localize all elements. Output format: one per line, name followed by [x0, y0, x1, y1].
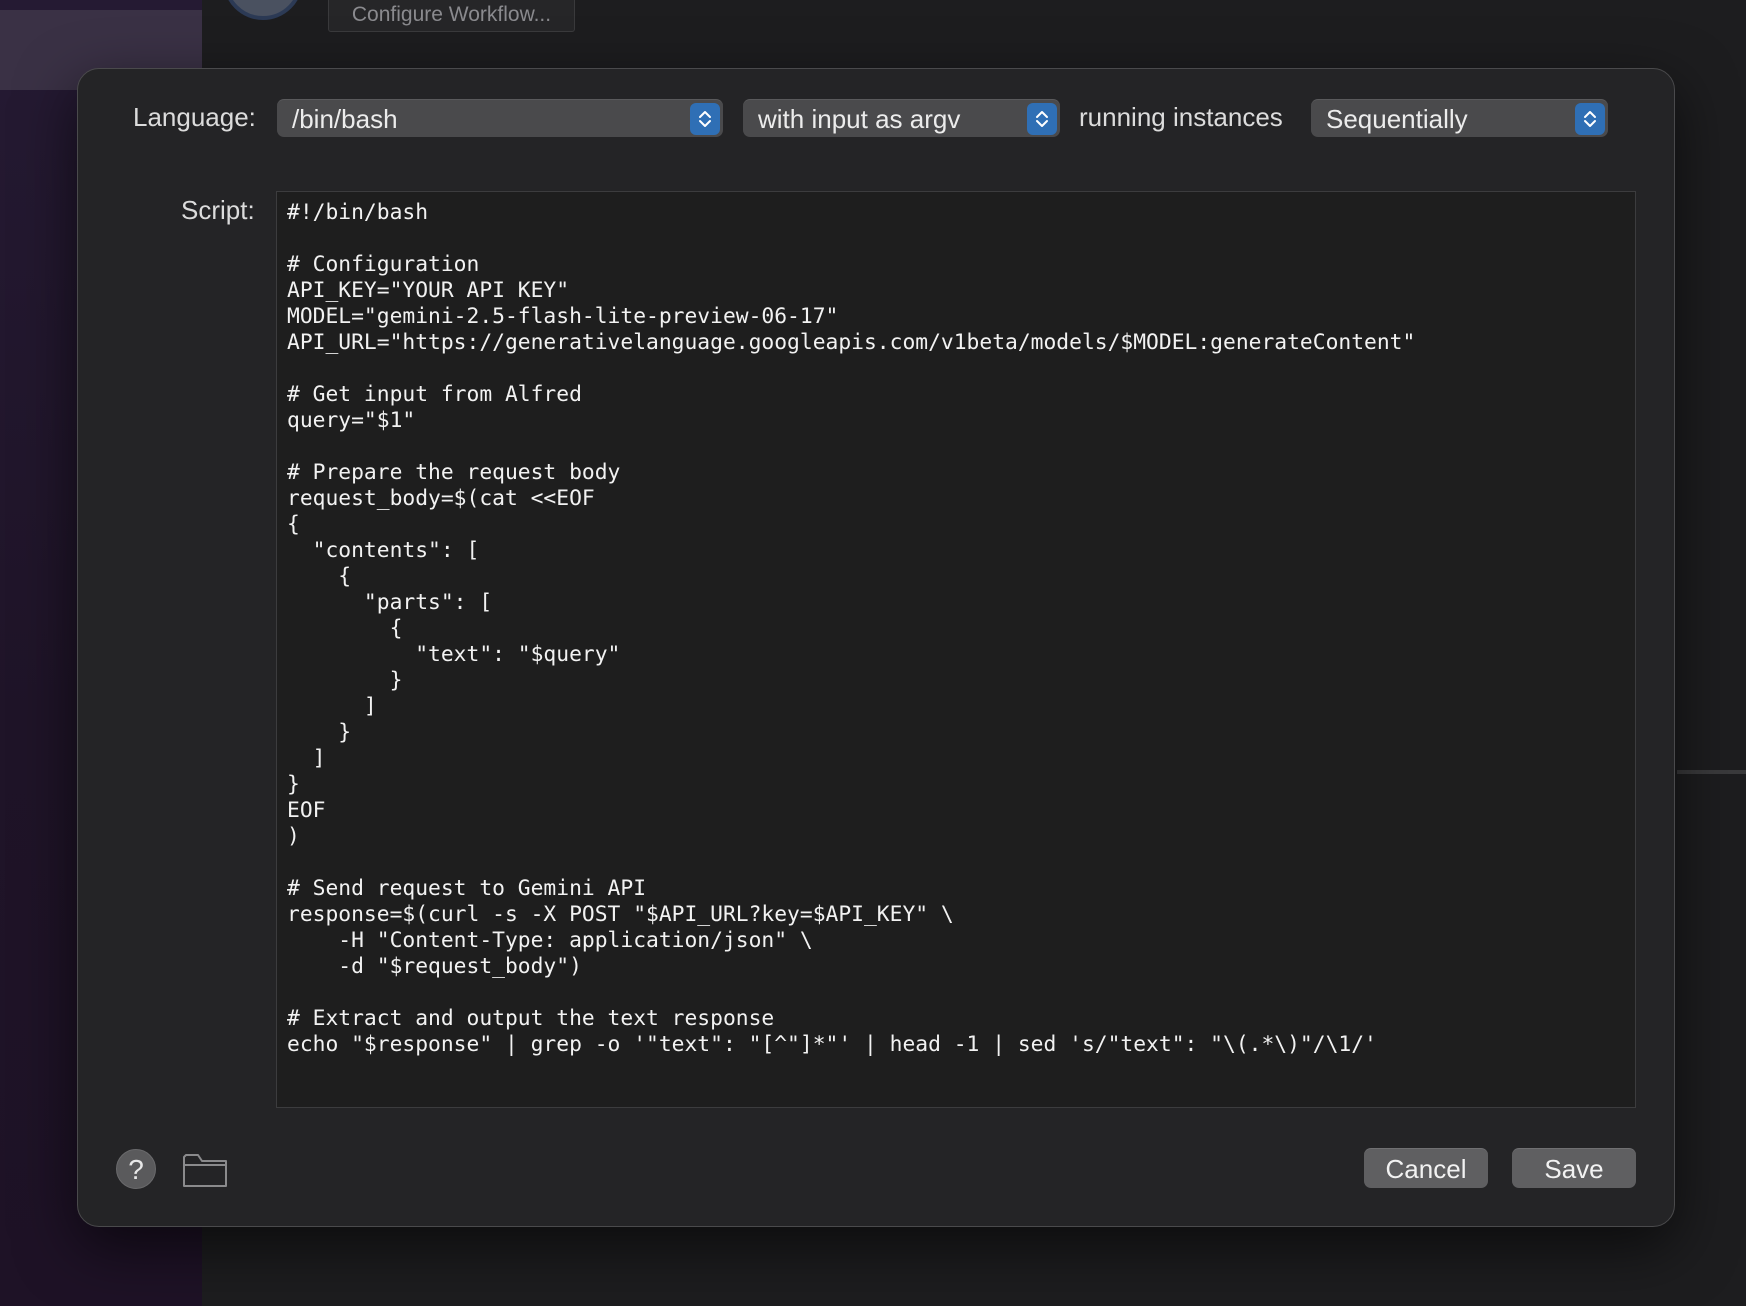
language-label: Language:	[133, 102, 256, 132]
running-instances-label: running instances	[1079, 102, 1283, 132]
folder-icon[interactable]	[182, 1151, 228, 1194]
language-popup[interactable]: /bin/bash	[277, 99, 723, 137]
running-instances-value: Sequentially	[1326, 104, 1468, 134]
up-down-chevron-icon	[1575, 103, 1605, 135]
help-button[interactable]: ?	[116, 1149, 156, 1189]
configure-workflow-button: Configure Workflow...	[328, 0, 575, 32]
script-text[interactable]: #!/bin/bash # Configuration API_KEY="YOU…	[277, 192, 1635, 1058]
script-editor[interactable]: #!/bin/bash # Configuration API_KEY="YOU…	[276, 191, 1636, 1108]
cancel-button[interactable]: Cancel	[1364, 1148, 1488, 1188]
save-button[interactable]: Save	[1512, 1148, 1636, 1188]
up-down-chevron-icon	[690, 103, 720, 135]
script-label: Script:	[181, 195, 255, 225]
running-instances-popup[interactable]: Sequentially	[1311, 99, 1608, 137]
background-divider	[1677, 770, 1746, 774]
language-value: /bin/bash	[292, 104, 398, 134]
up-down-chevron-icon	[1027, 103, 1057, 135]
input-mode-popup[interactable]: with input as argv	[743, 99, 1060, 137]
run-script-dialog: Language: /bin/bash with input as argv r…	[77, 68, 1675, 1227]
input-mode-value: with input as argv	[758, 104, 961, 134]
